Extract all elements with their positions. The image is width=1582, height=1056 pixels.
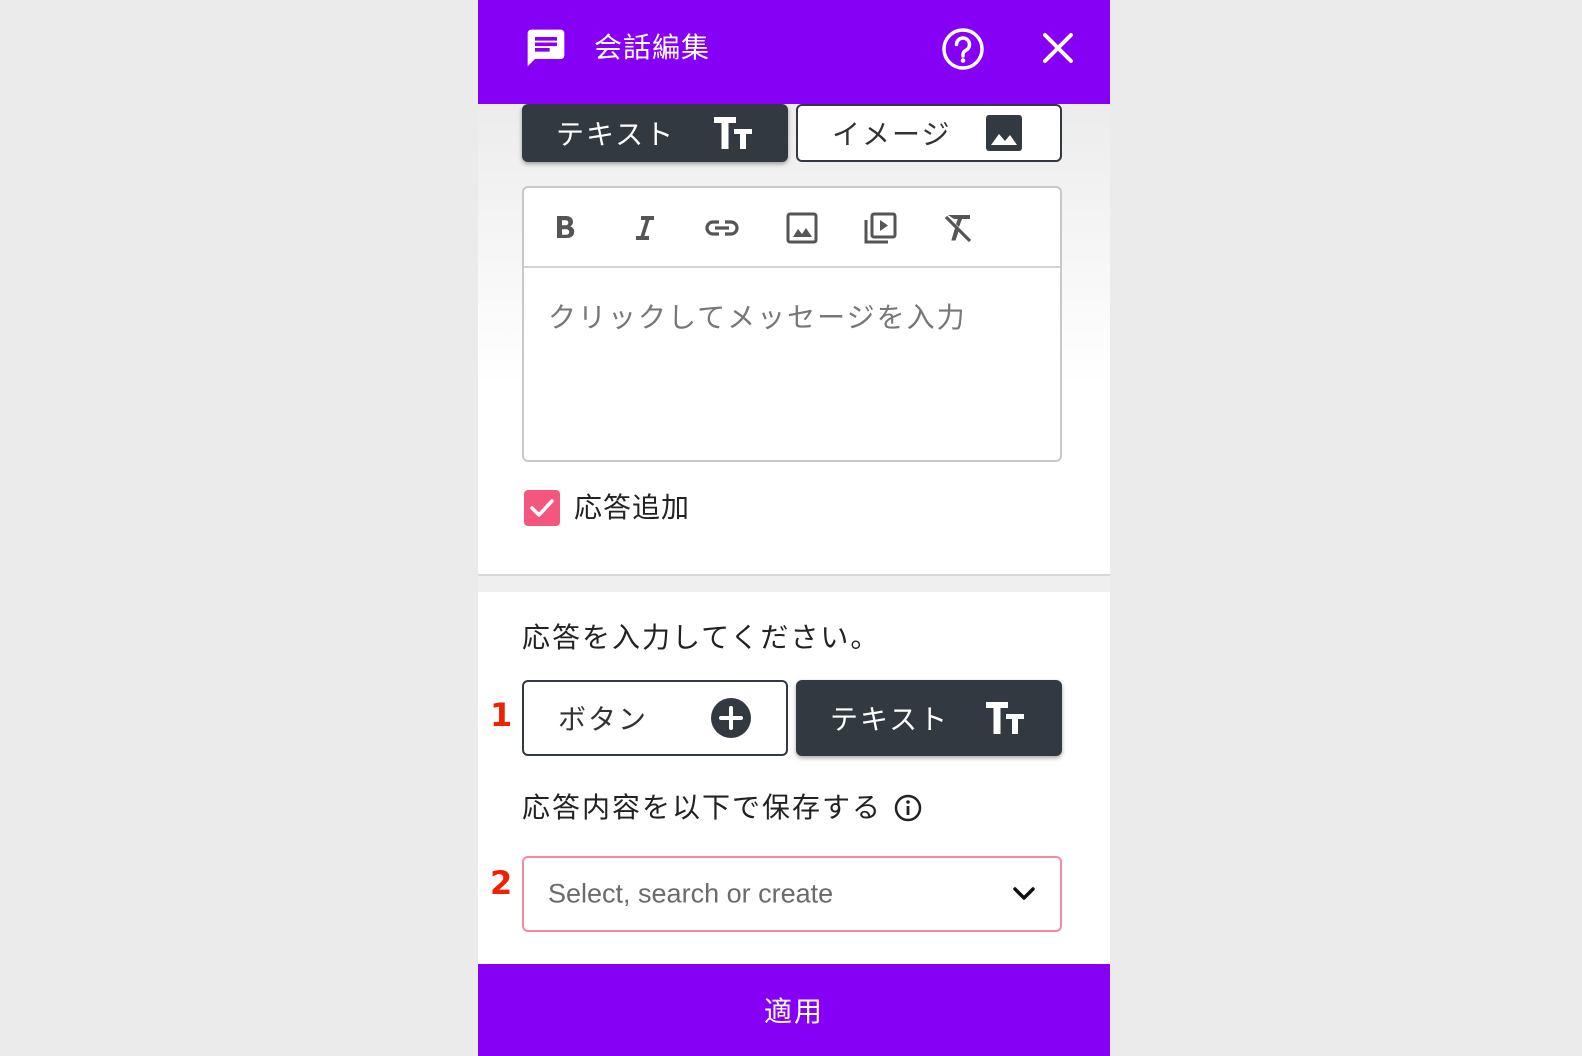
editor-toolbar [524, 188, 1060, 268]
help-icon[interactable] [940, 26, 986, 72]
clear-format-button[interactable] [938, 208, 978, 248]
text-format-icon [714, 117, 752, 149]
chevron-down-icon [1013, 887, 1035, 900]
italic-icon [636, 216, 654, 240]
annotation-marker-1: 1 [490, 696, 513, 734]
add-circle-icon [711, 698, 751, 738]
text-type-button[interactable]: テキスト [522, 104, 788, 162]
section-divider [478, 574, 1110, 592]
annotation-marker-2: 2 [490, 864, 513, 902]
message-input[interactable]: クリックしてメッセージを入力 [524, 270, 1060, 460]
bold-button[interactable] [546, 208, 586, 248]
image-type-label: イメージ [832, 118, 952, 151]
save-variable-select[interactable]: Select, search or create [522, 856, 1062, 932]
button-type-label: ボタン [558, 703, 649, 736]
response-section: 応答を入力してください。 1 ボタン テキスト 応答内容を以下で保存する 2 S… [478, 592, 1110, 964]
chat-icon [527, 29, 565, 67]
page-title: 会話編集 [594, 31, 711, 64]
text-format-icon [986, 702, 1024, 734]
response-prompt: 応答を入力してください。 [522, 621, 881, 654]
insert-image-icon [786, 212, 818, 244]
select-placeholder: Select, search or create [548, 878, 834, 909]
add-response-label: 応答追加 [574, 491, 691, 524]
text-type-label: テキスト [556, 118, 676, 151]
insert-video-button[interactable] [860, 208, 900, 248]
response-text-type-label: テキスト [830, 703, 950, 736]
info-icon[interactable] [894, 794, 922, 822]
clear-format-icon [944, 215, 972, 243]
save-response-text: 応答内容を以下で保存する [522, 791, 883, 824]
video-library-icon [864, 212, 897, 244]
checkmark-icon [530, 499, 554, 517]
apply-button[interactable]: 適用 [478, 964, 1110, 1056]
message-section: テキスト イメージ クリックしてメッセージを入力 応答追加 [478, 104, 1110, 578]
button-type-button[interactable]: ボタン [522, 680, 788, 756]
image-icon [986, 115, 1022, 151]
bold-icon [557, 216, 575, 238]
italic-button[interactable] [624, 208, 664, 248]
link-button[interactable] [702, 208, 742, 248]
response-text-type-button[interactable]: テキスト [796, 680, 1062, 756]
link-icon [705, 220, 739, 236]
insert-image-button[interactable] [782, 208, 822, 248]
conversation-edit-panel: 会話編集 テキスト イメージ クリックしてメッセージを入力 応答追加 応答を入力… [478, 0, 1110, 1056]
message-editor: クリックしてメッセージを入力 [522, 186, 1062, 462]
header-bar: 会話編集 [478, 0, 1110, 104]
image-type-button[interactable]: イメージ [796, 104, 1062, 162]
close-icon[interactable] [1040, 30, 1076, 66]
save-response-label: 応答内容を以下で保存する [522, 788, 922, 828]
add-response-checkbox[interactable] [524, 490, 560, 526]
